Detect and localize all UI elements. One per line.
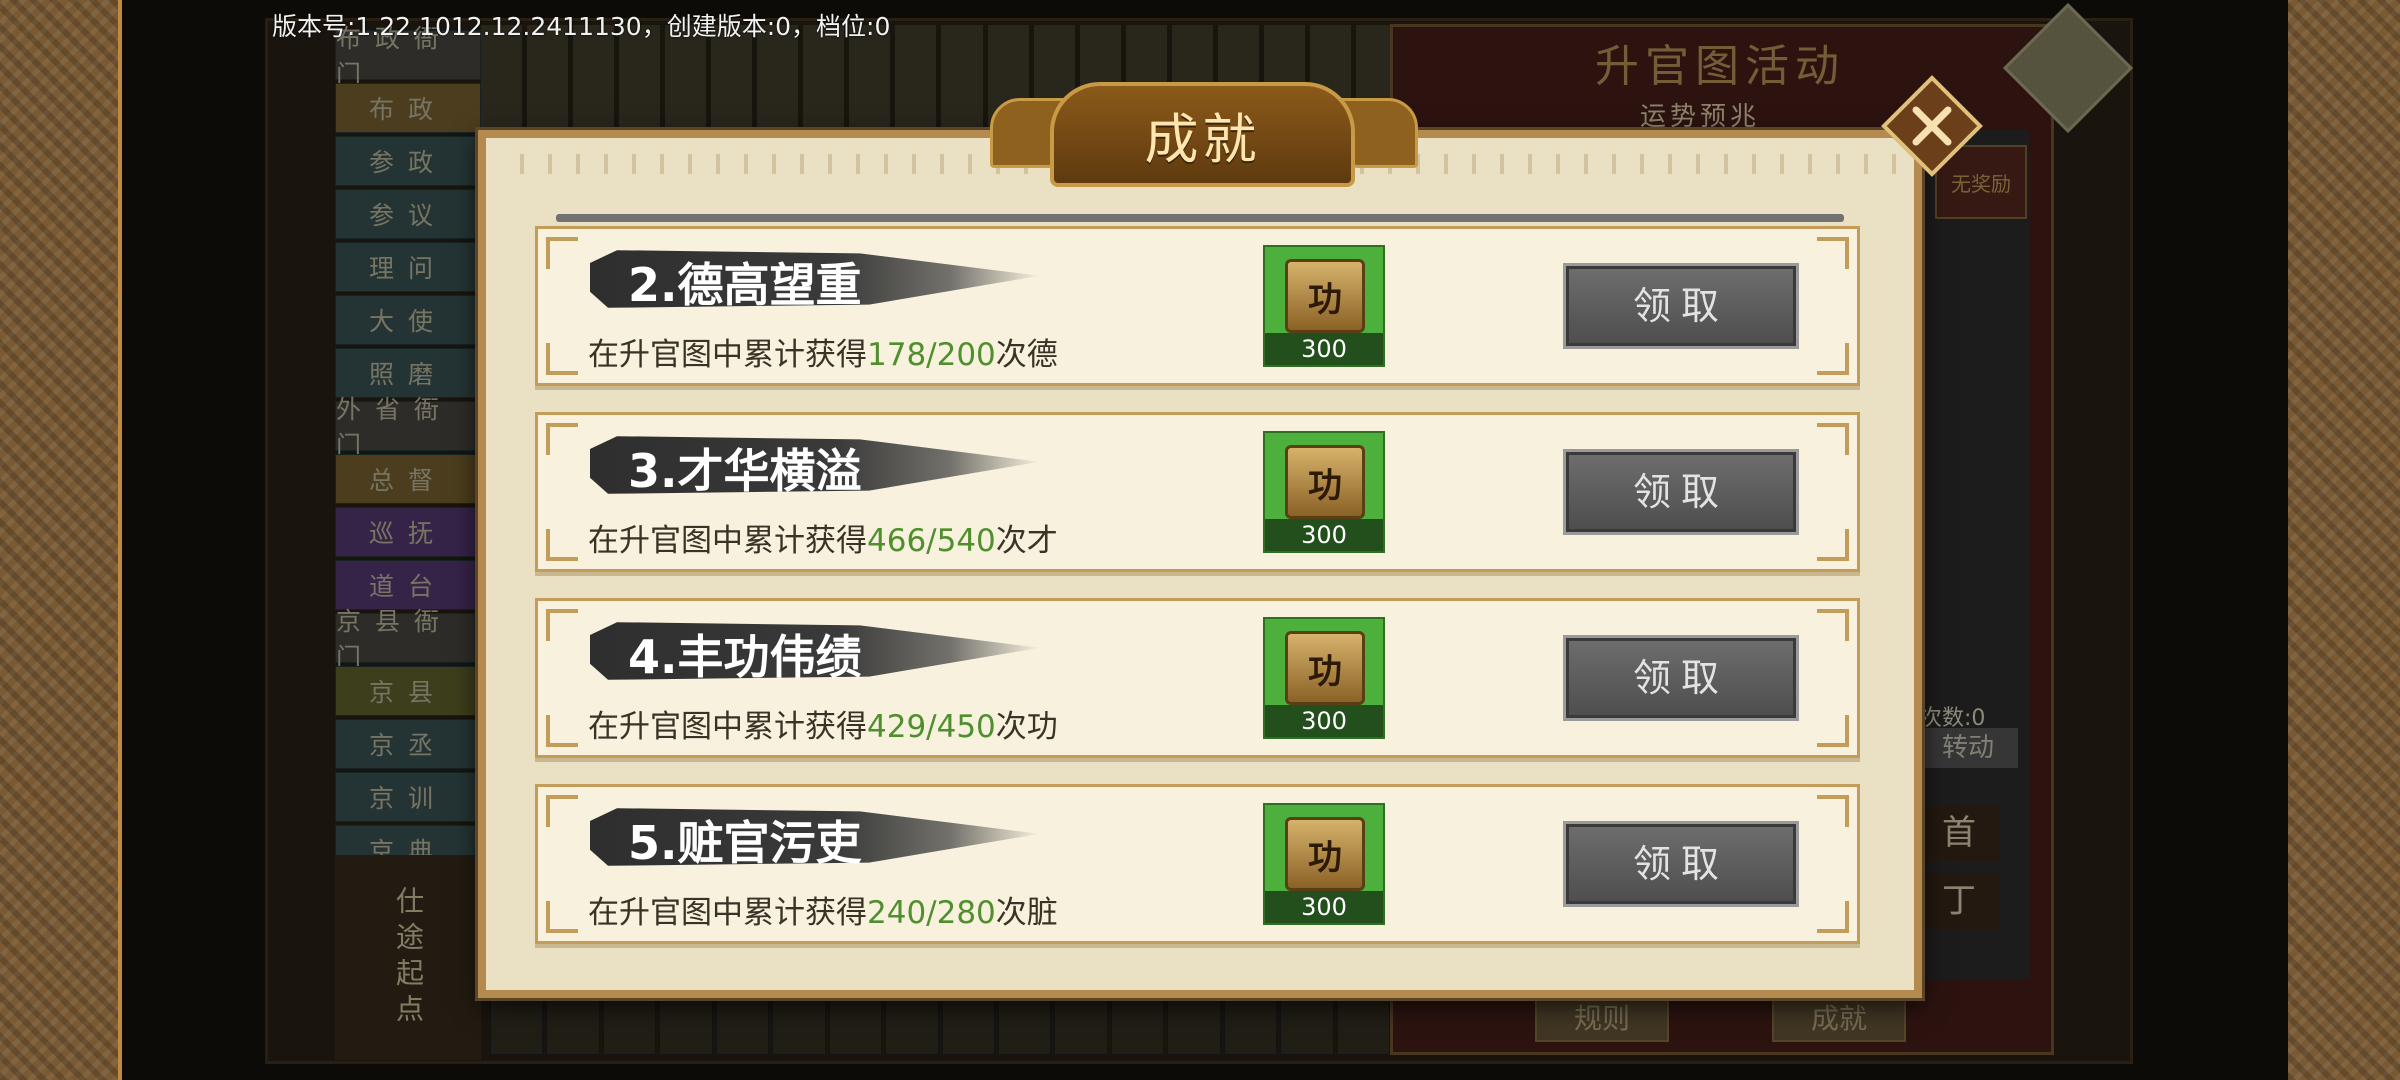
rank-item: 大使 — [335, 295, 481, 345]
achievement-row: 5.赃官污吏 在升官图中累计获得240/280次脏 功 300 领取 — [535, 784, 1860, 944]
merit-token-icon: 功 — [1285, 445, 1365, 519]
claim-button[interactable]: 领取 — [1563, 449, 1799, 535]
reward-count: 300 — [1265, 333, 1383, 365]
achievement-row: 3.才华横溢 在升官图中累计获得466/540次才 功 300 领取 — [535, 412, 1860, 572]
achievement-progress: 466/540 — [867, 523, 996, 559]
rank-item: 巡抚 — [335, 507, 481, 557]
achievement-description: 在升官图中累计获得429/450次功 — [588, 709, 1058, 745]
achievement-title: 5.赃官污吏 — [628, 816, 862, 870]
merit-token-icon: 功 — [1285, 631, 1365, 705]
rules-button[interactable]: 规则 — [1535, 996, 1669, 1042]
close-icon — [1912, 106, 1952, 146]
board-bottom-cells — [490, 1000, 1390, 1055]
modal-title: 成就 — [1144, 108, 1261, 171]
rank-item: 京县衙门 — [335, 607, 481, 672]
reward-item[interactable]: 功 300 — [1263, 803, 1385, 925]
achievement-progress: 240/280 — [867, 895, 996, 931]
reward-item[interactable]: 功 300 — [1263, 617, 1385, 739]
achievement-description: 在升官图中累计获得240/280次脏 — [588, 895, 1058, 931]
achievement-title: 3.才华横溢 — [628, 444, 862, 498]
rank-tile-a: 首 — [1918, 805, 2000, 861]
reward-count: 300 — [1265, 705, 1383, 737]
rank-item: 参政 — [335, 136, 481, 186]
achievement-progress: 178/200 — [867, 337, 996, 373]
claim-button[interactable]: 领取 — [1563, 635, 1799, 721]
version-info: 版本号:1.22.1012.12.2411130，创建版本:0，档位:0 — [272, 12, 891, 41]
achievement-title: 2.德高望重 — [628, 258, 862, 312]
rank-item: 京训 — [335, 772, 481, 822]
reward-item[interactable]: 功 300 — [1263, 431, 1385, 553]
spin-button[interactable]: 转动 — [1918, 728, 2018, 768]
reward-item[interactable]: 功 300 — [1263, 245, 1385, 367]
rank-item: 理问 — [335, 242, 481, 292]
reward-count: 300 — [1265, 519, 1383, 551]
rank-item: 京丞 — [335, 719, 481, 769]
achievement-row: 4.丰功伟绩 在升官图中累计获得429/450次功 功 300 领取 — [535, 598, 1860, 758]
claim-button[interactable]: 领取 — [1563, 263, 1799, 349]
merit-token-icon: 功 — [1285, 259, 1365, 333]
activity-title: 升官图活动 — [1595, 41, 1845, 92]
rank-start-label: 仕途起点 — [335, 855, 481, 1060]
modal-divider — [556, 214, 1844, 222]
claim-button[interactable]: 领取 — [1563, 821, 1799, 907]
right-border-pattern — [2284, 0, 2400, 1080]
achievement-button[interactable]: 成就 — [1772, 996, 1906, 1042]
achievement-list: 2.德高望重 在升官图中累计获得178/200次德 功 300 领取 3.才华横… — [535, 226, 1860, 970]
rank-item: 外省衙门 — [335, 395, 481, 460]
rank-column: 布政衙门 布政 参政 参议 理问 大使 照磨 外省衙门 总督 巡抚 道台 京县衙… — [335, 24, 481, 878]
rank-tile-b: 丁 — [1918, 873, 2000, 929]
achievement-description: 在升官图中累计获得178/200次德 — [588, 337, 1058, 373]
rank-item: 总督 — [335, 454, 481, 504]
achievement-progress: 429/450 — [867, 709, 996, 745]
fortune-subtitle: 运势预兆 — [1640, 102, 1761, 132]
achievement-row: 2.德高望重 在升官图中累计获得178/200次德 功 300 领取 — [535, 226, 1860, 386]
achievement-description: 在升官图中累计获得466/540次才 — [588, 523, 1058, 559]
merit-token-icon: 功 — [1285, 817, 1365, 891]
modal-title-plaque: 成就 — [1050, 82, 1355, 187]
left-border-pattern — [0, 0, 122, 1080]
rank-item: 京县 — [335, 666, 481, 716]
reward-count: 300 — [1265, 891, 1383, 923]
rank-item: 布政 — [335, 83, 481, 133]
achievement-title: 4.丰功伟绩 — [628, 630, 862, 684]
rank-item: 参议 — [335, 189, 481, 239]
